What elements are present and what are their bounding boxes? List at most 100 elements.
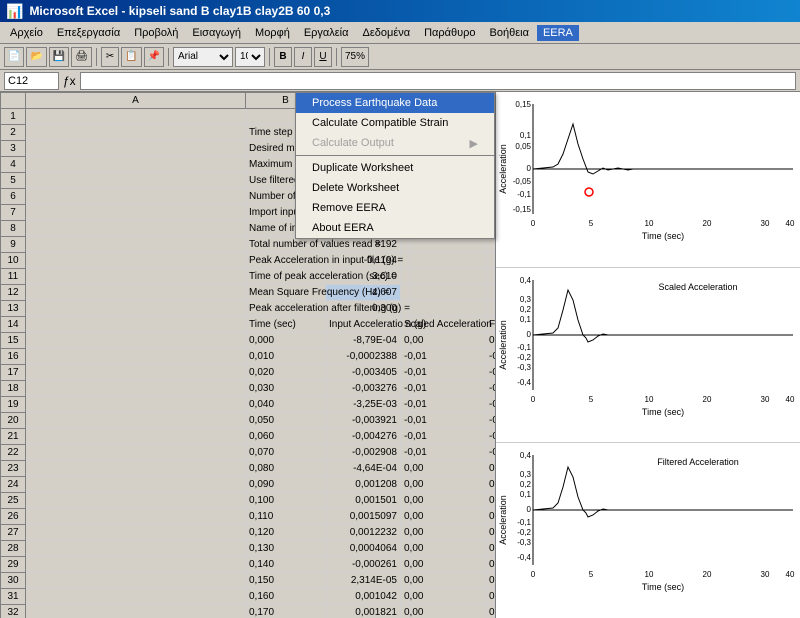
cell-r1-c0[interactable] [26,109,246,125]
cell-r13-c1[interactable]: Peak acceleration after filtering (g) = [246,301,326,317]
bold-btn[interactable]: B [274,47,292,67]
cell-r2-c0[interactable] [26,125,246,141]
cell-r32-c1[interactable]: 0,170 [246,605,326,618]
cell-r31-c5[interactable]: 0,00 [486,589,495,605]
cell-r26-c3[interactable]: 0,00 [401,509,411,525]
cell-r30-c1[interactable]: 0,150 [246,573,326,589]
cell-r31-c0[interactable] [26,589,246,605]
cell-r31-c1[interactable]: 0,160 [246,589,326,605]
cell-r19-c5[interactable]: -0,01 [486,397,495,413]
cell-r17-c0[interactable] [26,365,246,381]
cell-r15-c3[interactable]: 0,00 [401,333,411,349]
cell-r31-c3[interactable]: 0,00 [401,589,411,605]
cell-r27-c2[interactable]: 0,0012232 [326,525,401,541]
cell-r23-c0[interactable] [26,461,246,477]
cell-r27-c5[interactable]: 0,00 [486,525,495,541]
cell-r16-c0[interactable] [26,349,246,365]
formula-input[interactable] [80,72,796,90]
cell-r6-c0[interactable] [26,189,246,205]
cell-r11-c5[interactable] [486,269,495,285]
cell-r22-c1[interactable]: 0,070 [246,445,326,461]
cell-r29-c2[interactable]: -0,000261 [326,557,401,573]
cell-r23-c2[interactable]: -4,64E-04 [326,461,401,477]
size-select[interactable]: 10 [235,47,265,67]
italic-btn[interactable]: I [294,47,312,67]
new-btn[interactable]: 📄 [4,47,24,67]
cell-r20-c1[interactable]: 0,050 [246,413,326,429]
cut-btn[interactable]: ✂ [101,47,119,67]
cell-r29-c3[interactable]: 0,00 [401,557,411,573]
cell-r15-c2[interactable]: -8,79E-04 [326,333,401,349]
cell-r7-c0[interactable] [26,205,246,221]
cell-r19-c0[interactable] [26,397,246,413]
cell-r26-c2[interactable]: 0,0015097 [326,509,401,525]
cell-r10-c0[interactable] [26,253,246,269]
paste-btn[interactable]: 📌 [144,47,164,67]
cell-r17-c2[interactable]: -0,003405 [326,365,401,381]
cell-r18-c5[interactable]: -0,01 [486,381,495,397]
cell-r32-c2[interactable]: 0,001821 [326,605,401,618]
cell-r28-c5[interactable]: 0,00 [486,541,495,557]
col-header-A[interactable]: A [26,93,246,109]
about-eera-btn[interactable]: About EERA [296,218,494,238]
cell-r3-c0[interactable] [26,141,246,157]
cell-r19-c3[interactable]: -0,01 [401,397,411,413]
cell-r17-c1[interactable]: 0,020 [246,365,326,381]
menu-eera[interactable]: EERA [537,25,579,41]
cell-r27-c3[interactable]: 0,00 [401,525,411,541]
cell-r24-c3[interactable]: 0,00 [401,477,411,493]
cell-r12-c4[interactable] [411,285,486,301]
cell-r21-c2[interactable]: -0,004276 [326,429,401,445]
cell-r26-c0[interactable] [26,509,246,525]
cell-r11-c4[interactable] [411,269,486,285]
underline-btn[interactable]: U [314,47,332,67]
cell-r25-c0[interactable] [26,493,246,509]
cell-r22-c0[interactable] [26,445,246,461]
menu-dedomena[interactable]: Δεδομένα [357,25,417,41]
cell-r21-c0[interactable] [26,429,246,445]
cell-r27-c0[interactable] [26,525,246,541]
cell-r10-c1[interactable]: Peak Acceleration in input file (g) = [246,253,326,269]
print-btn[interactable]: 🖨 [71,47,92,67]
cell-r16-c3[interactable]: -0,01 [401,349,411,365]
cell-r5-c0[interactable] [26,173,246,189]
cell-r30-c3[interactable]: 0,00 [401,573,411,589]
cell-ref-input[interactable] [4,72,59,90]
cell-r30-c2[interactable]: 2,314E-05 [326,573,401,589]
cell-r32-c3[interactable]: 0,00 [401,605,411,618]
cell-r24-c1[interactable]: 0,090 [246,477,326,493]
cell-r12-c5[interactable] [486,285,495,301]
cell-r29-c1[interactable]: 0,140 [246,557,326,573]
cell-r28-c3[interactable]: 0,00 [401,541,411,557]
cell-r24-c5[interactable]: 0,00 [486,477,495,493]
zoom-btn[interactable]: 75% [341,47,369,67]
duplicate-worksheet-btn[interactable]: Duplicate Worksheet [296,158,494,178]
cell-r27-c1[interactable]: 0,120 [246,525,326,541]
cell-r24-c0[interactable] [26,477,246,493]
cell-r29-c5[interactable]: 0,00 [486,557,495,573]
cell-r24-c2[interactable]: 0,001208 [326,477,401,493]
cell-r12-c0[interactable] [26,285,246,301]
cell-r19-c1[interactable]: 0,040 [246,397,326,413]
cell-r12-c1[interactable]: Mean Square Frequency (Hz) = [246,285,326,301]
save-btn[interactable]: 💾 [49,47,69,67]
menu-eisagogi[interactable]: Εισαγωγή [186,25,247,41]
cell-r18-c0[interactable] [26,381,246,397]
menu-epexergasia[interactable]: Επεξεργασία [51,25,126,41]
cell-r25-c2[interactable]: 0,001501 [326,493,401,509]
process-earthquake-btn[interactable]: Process Earthquake Data [296,93,494,113]
cell-r10-c5[interactable] [486,253,495,269]
cell-r22-c3[interactable]: -0,01 [401,445,411,461]
menu-arxeio[interactable]: Αρχείο [4,25,49,41]
cell-r16-c1[interactable]: 0,010 [246,349,326,365]
menu-provoli[interactable]: Προβολή [128,25,184,41]
cell-r14-c1[interactable]: Time (sec) [246,317,326,333]
menu-ergaleia[interactable]: Εργαλεία [298,25,355,41]
cell-r10-c4[interactable] [411,253,486,269]
cell-r13-c5[interactable] [486,301,495,317]
cell-r32-c0[interactable] [26,605,246,618]
cell-r29-c0[interactable] [26,557,246,573]
cell-r14-c2[interactable]: Input Acceleratio n (g) [326,317,401,333]
cell-r13-c4[interactable] [411,301,486,317]
cell-r25-c5[interactable]: 0,00 [486,493,495,509]
